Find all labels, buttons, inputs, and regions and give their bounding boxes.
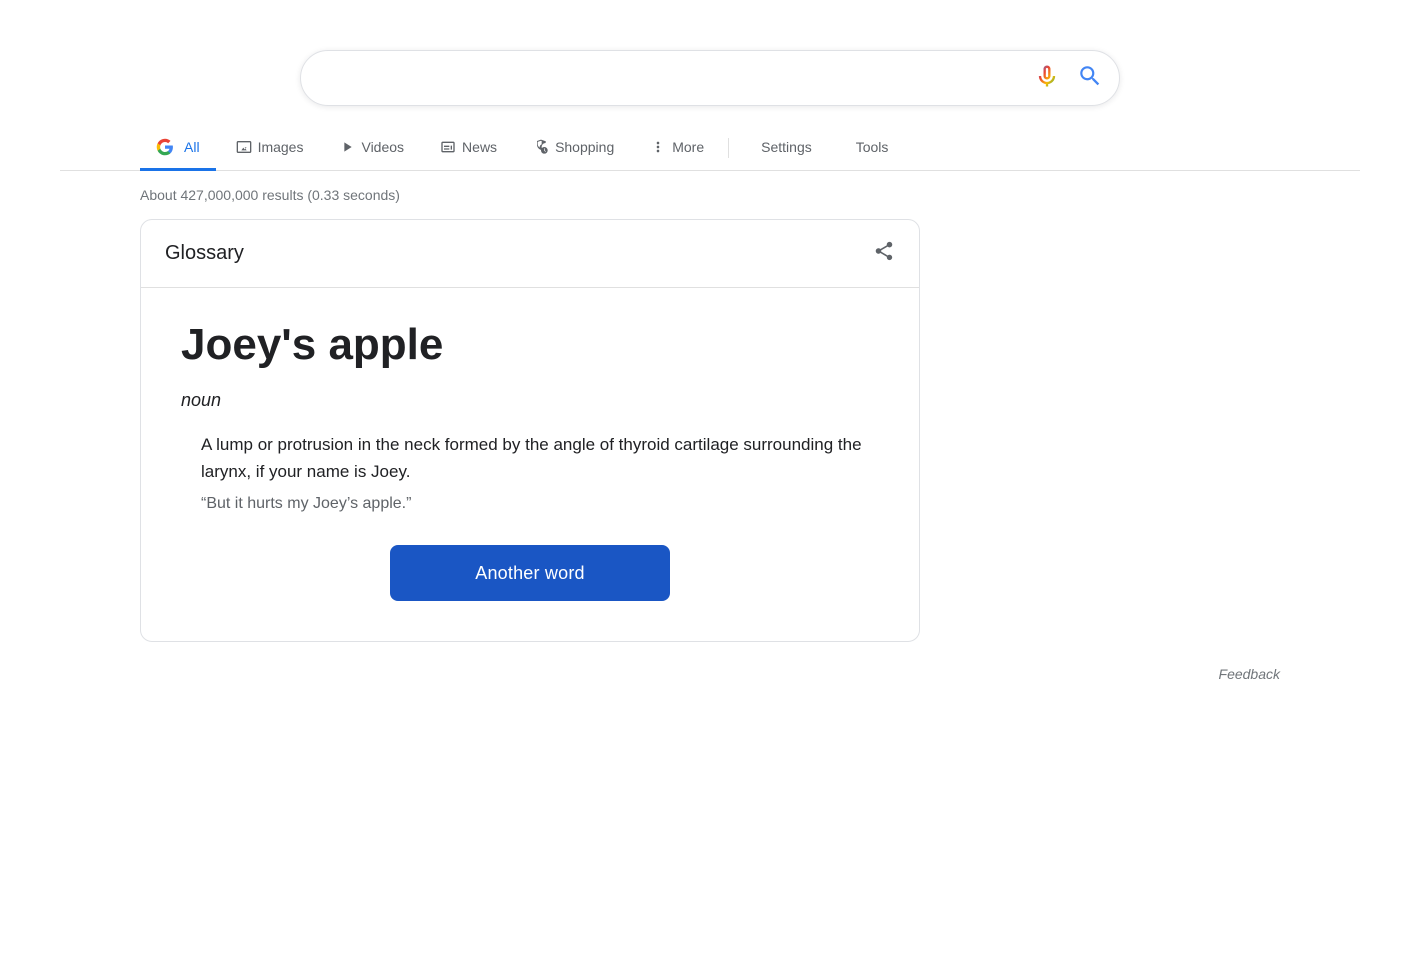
tab-all[interactable]: All (140, 126, 216, 171)
all-icon (156, 138, 174, 156)
word-definition: A lump or protrusion in the neck formed … (201, 431, 879, 485)
feedback-row: Feedback (60, 650, 1360, 682)
shopping-icon (533, 139, 549, 155)
tab-settings-label: Settings (761, 139, 812, 155)
word-pos: noun (181, 390, 879, 411)
tab-shopping-label: Shopping (555, 139, 614, 155)
tab-tools[interactable]: Tools (840, 127, 905, 170)
search-icons (1033, 62, 1103, 95)
result-count-text: About 427,000,000 results (0.33 seconds) (140, 187, 400, 203)
search-bar-wrapper: friends glossary (60, 30, 1360, 106)
images-icon (236, 139, 252, 155)
feedback-link[interactable]: Feedback (1219, 666, 1280, 682)
another-word-button[interactable]: Another word (390, 545, 670, 601)
tab-tools-label: Tools (856, 139, 889, 155)
tab-settings[interactable]: Settings (745, 127, 828, 170)
search-input[interactable]: friends glossary (325, 67, 1033, 90)
tab-videos[interactable]: Videos (323, 127, 420, 170)
news-icon (440, 139, 456, 155)
tab-videos-label: Videos (361, 139, 404, 155)
tab-images[interactable]: Images (220, 127, 320, 170)
glossary-header: Glossary (141, 220, 919, 288)
search-magnifier-icon[interactable] (1077, 63, 1103, 94)
word-example: “But it hurts my Joey’s apple.” (201, 495, 879, 513)
word-title: Joey's apple (181, 320, 879, 370)
nav-separator (728, 138, 729, 158)
videos-icon (339, 139, 355, 155)
tab-images-label: Images (258, 139, 304, 155)
glossary-title: Glossary (165, 242, 244, 265)
search-bar: friends glossary (300, 50, 1120, 106)
tab-news[interactable]: News (424, 127, 513, 170)
more-dots-icon (650, 139, 666, 155)
tab-shopping[interactable]: Shopping (517, 127, 630, 170)
glossary-card: Glossary Joey's apple noun A lump or pro… (140, 219, 920, 642)
tab-all-label: All (184, 139, 200, 155)
mic-icon[interactable] (1033, 62, 1061, 95)
glossary-body: Joey's apple noun A lump or protrusion i… (141, 288, 919, 641)
share-icon[interactable] (873, 240, 895, 267)
result-count: About 427,000,000 results (0.33 seconds) (60, 187, 1360, 219)
tab-more-label: More (672, 139, 704, 155)
nav-tabs: All Images Videos News (60, 126, 1360, 171)
tab-more[interactable]: More (634, 127, 720, 170)
tab-news-label: News (462, 139, 497, 155)
